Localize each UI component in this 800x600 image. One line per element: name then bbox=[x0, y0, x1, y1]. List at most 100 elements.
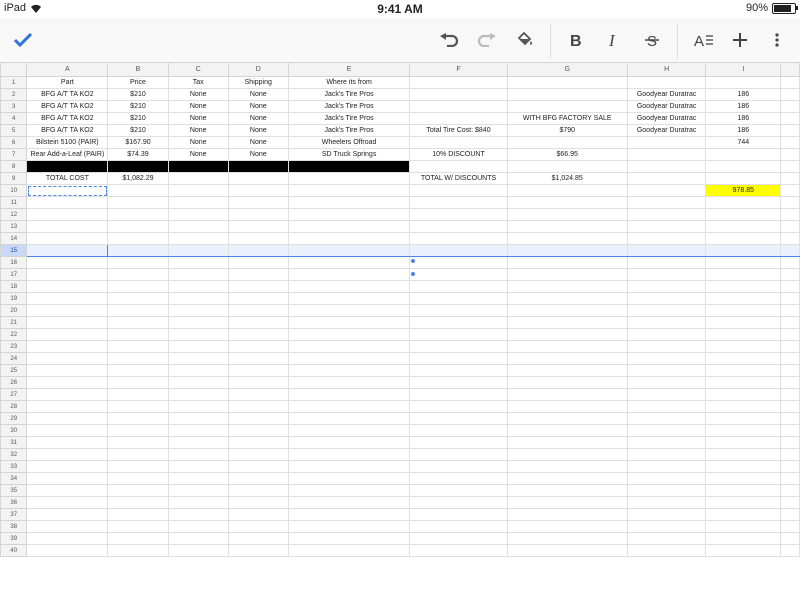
cell-b39[interactable] bbox=[107, 532, 169, 545]
cell-overflow[interactable] bbox=[780, 136, 800, 149]
cell-g15[interactable] bbox=[506, 244, 628, 257]
cell-b25[interactable] bbox=[107, 364, 169, 377]
cell-d7[interactable]: None bbox=[227, 148, 289, 161]
cell-d37[interactable] bbox=[227, 508, 289, 521]
cell-b24[interactable] bbox=[107, 352, 169, 365]
column-header-c[interactable]: C bbox=[167, 62, 229, 77]
cell-c7[interactable]: None bbox=[167, 148, 229, 161]
cell-c20[interactable] bbox=[167, 304, 229, 317]
cell-h16[interactable] bbox=[626, 256, 707, 269]
cell-h5[interactable]: Goodyear Duratrac bbox=[626, 124, 707, 137]
cell-a1[interactable]: Part bbox=[26, 76, 109, 89]
cell-f10[interactable] bbox=[409, 184, 508, 197]
cell-f32[interactable] bbox=[409, 448, 508, 461]
cell-overflow[interactable] bbox=[780, 544, 800, 557]
cell-i10[interactable]: 978.85 bbox=[705, 184, 782, 197]
cell-i26[interactable] bbox=[705, 376, 782, 389]
cell-i14[interactable] bbox=[705, 232, 782, 245]
row-header[interactable]: 29 bbox=[0, 412, 28, 425]
row-header[interactable]: 39 bbox=[0, 532, 28, 545]
cell-f30[interactable] bbox=[409, 424, 508, 437]
cell-e8[interactable] bbox=[287, 160, 411, 173]
cell-overflow[interactable] bbox=[780, 160, 800, 173]
cell-h27[interactable] bbox=[626, 388, 707, 401]
cell-i39[interactable] bbox=[705, 532, 782, 545]
cell-i23[interactable] bbox=[705, 340, 782, 353]
row-header[interactable]: 13 bbox=[0, 220, 28, 233]
cell-c24[interactable] bbox=[167, 352, 229, 365]
cell-f12[interactable] bbox=[409, 208, 508, 221]
cell-c11[interactable] bbox=[167, 196, 229, 209]
cell-b13[interactable] bbox=[107, 220, 169, 233]
bold-button[interactable]: B bbox=[559, 18, 593, 62]
cell-g2[interactable] bbox=[506, 88, 628, 101]
cell-a19[interactable] bbox=[26, 292, 109, 305]
cell-h6[interactable] bbox=[626, 136, 707, 149]
cell-f9[interactable]: TOTAL W/ DISCOUNTS bbox=[409, 172, 508, 185]
row-header[interactable]: 16 bbox=[0, 256, 28, 269]
cell-h22[interactable] bbox=[626, 328, 707, 341]
cell-c3[interactable]: None bbox=[167, 100, 229, 113]
cell-b8[interactable] bbox=[107, 160, 169, 173]
column-header-e[interactable]: E bbox=[287, 62, 411, 77]
cell-h30[interactable] bbox=[626, 424, 707, 437]
cell-a6[interactable]: Bilstein 5100 (PAIR) bbox=[26, 136, 109, 149]
column-header-a[interactable]: A bbox=[26, 62, 109, 77]
cell-e11[interactable] bbox=[287, 196, 411, 209]
cell-e1[interactable]: Where its from bbox=[287, 76, 411, 89]
cell-c30[interactable] bbox=[167, 424, 229, 437]
strikethrough-button[interactable]: S bbox=[635, 18, 669, 62]
cell-c26[interactable] bbox=[167, 376, 229, 389]
done-button[interactable] bbox=[6, 18, 40, 62]
cell-overflow[interactable] bbox=[780, 460, 800, 473]
cell-d31[interactable] bbox=[227, 436, 289, 449]
cell-g38[interactable] bbox=[506, 520, 628, 533]
cell-f16[interactable] bbox=[409, 256, 508, 269]
cell-h20[interactable] bbox=[626, 304, 707, 317]
cell-e23[interactable] bbox=[287, 340, 411, 353]
spreadsheet-grid[interactable]: ABCDEFGHI 1 Part Price Tax Shipping Where its… bbox=[0, 62, 800, 600]
cell-overflow[interactable] bbox=[780, 292, 800, 305]
cell-h12[interactable] bbox=[626, 208, 707, 221]
row-header[interactable]: 18 bbox=[0, 280, 28, 293]
cell-i29[interactable] bbox=[705, 412, 782, 425]
cell-d5[interactable]: None bbox=[227, 124, 289, 137]
cell-a22[interactable] bbox=[26, 328, 109, 341]
cell-c31[interactable] bbox=[167, 436, 229, 449]
cell-a2[interactable]: BFG A/T TA KO2 bbox=[26, 88, 109, 101]
row-header[interactable]: 24 bbox=[0, 352, 28, 365]
cell-overflow[interactable] bbox=[780, 340, 800, 353]
cell-overflow[interactable] bbox=[780, 76, 800, 89]
cell-f40[interactable] bbox=[409, 544, 508, 557]
cell-f26[interactable] bbox=[409, 376, 508, 389]
row-header[interactable]: 8 bbox=[0, 160, 28, 173]
cell-f24[interactable] bbox=[409, 352, 508, 365]
cell-h2[interactable]: Goodyear Duratrac bbox=[626, 88, 707, 101]
cell-c10[interactable] bbox=[167, 184, 229, 197]
cell-f15[interactable] bbox=[409, 244, 508, 257]
cell-f38[interactable] bbox=[409, 520, 508, 533]
selection-handle-top[interactable] bbox=[411, 259, 415, 263]
cell-a9[interactable]: TOTAL COST bbox=[26, 172, 109, 185]
cell-overflow[interactable] bbox=[780, 352, 800, 365]
cell-i4[interactable]: 186 bbox=[705, 112, 782, 125]
cell-f3[interactable] bbox=[409, 100, 508, 113]
cell-h19[interactable] bbox=[626, 292, 707, 305]
cell-f39[interactable] bbox=[409, 532, 508, 545]
cell-c17[interactable] bbox=[167, 268, 229, 281]
cell-h33[interactable] bbox=[626, 460, 707, 473]
cell-b37[interactable] bbox=[107, 508, 169, 521]
cell-d21[interactable] bbox=[227, 316, 289, 329]
cell-overflow[interactable] bbox=[780, 388, 800, 401]
cell-a20[interactable] bbox=[26, 304, 109, 317]
cell-g40[interactable] bbox=[506, 544, 628, 557]
cell-g22[interactable] bbox=[506, 328, 628, 341]
cell-a31[interactable] bbox=[26, 436, 109, 449]
cell-i12[interactable] bbox=[705, 208, 782, 221]
cell-overflow[interactable] bbox=[780, 100, 800, 113]
cell-i32[interactable] bbox=[705, 448, 782, 461]
cell-a3[interactable]: BFG A/T TA KO2 bbox=[26, 100, 109, 113]
cell-d28[interactable] bbox=[227, 400, 289, 413]
cell-g16[interactable] bbox=[506, 256, 628, 269]
cell-c19[interactable] bbox=[167, 292, 229, 305]
